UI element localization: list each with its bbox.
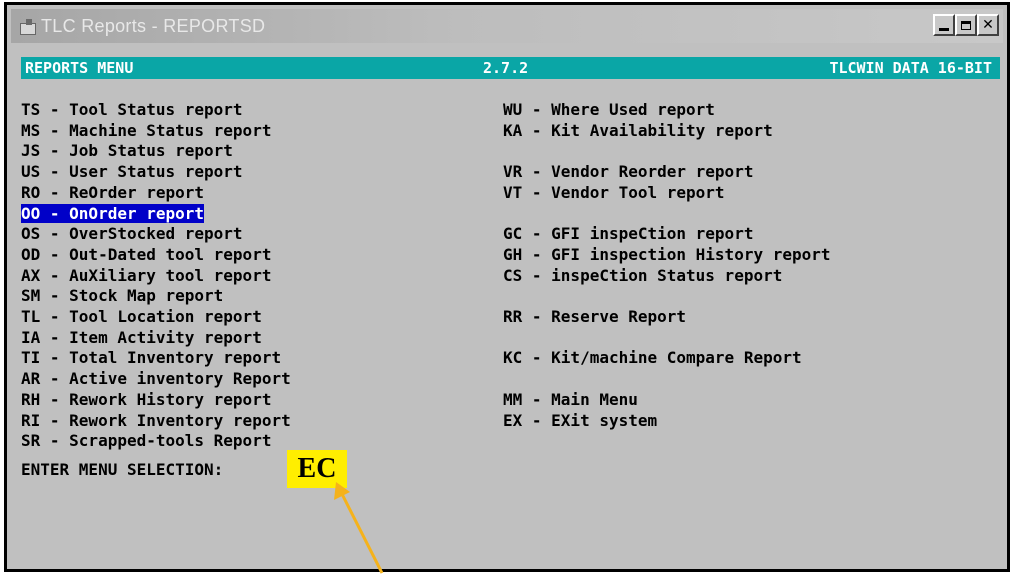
annotation-arrow-icon (334, 482, 384, 574)
